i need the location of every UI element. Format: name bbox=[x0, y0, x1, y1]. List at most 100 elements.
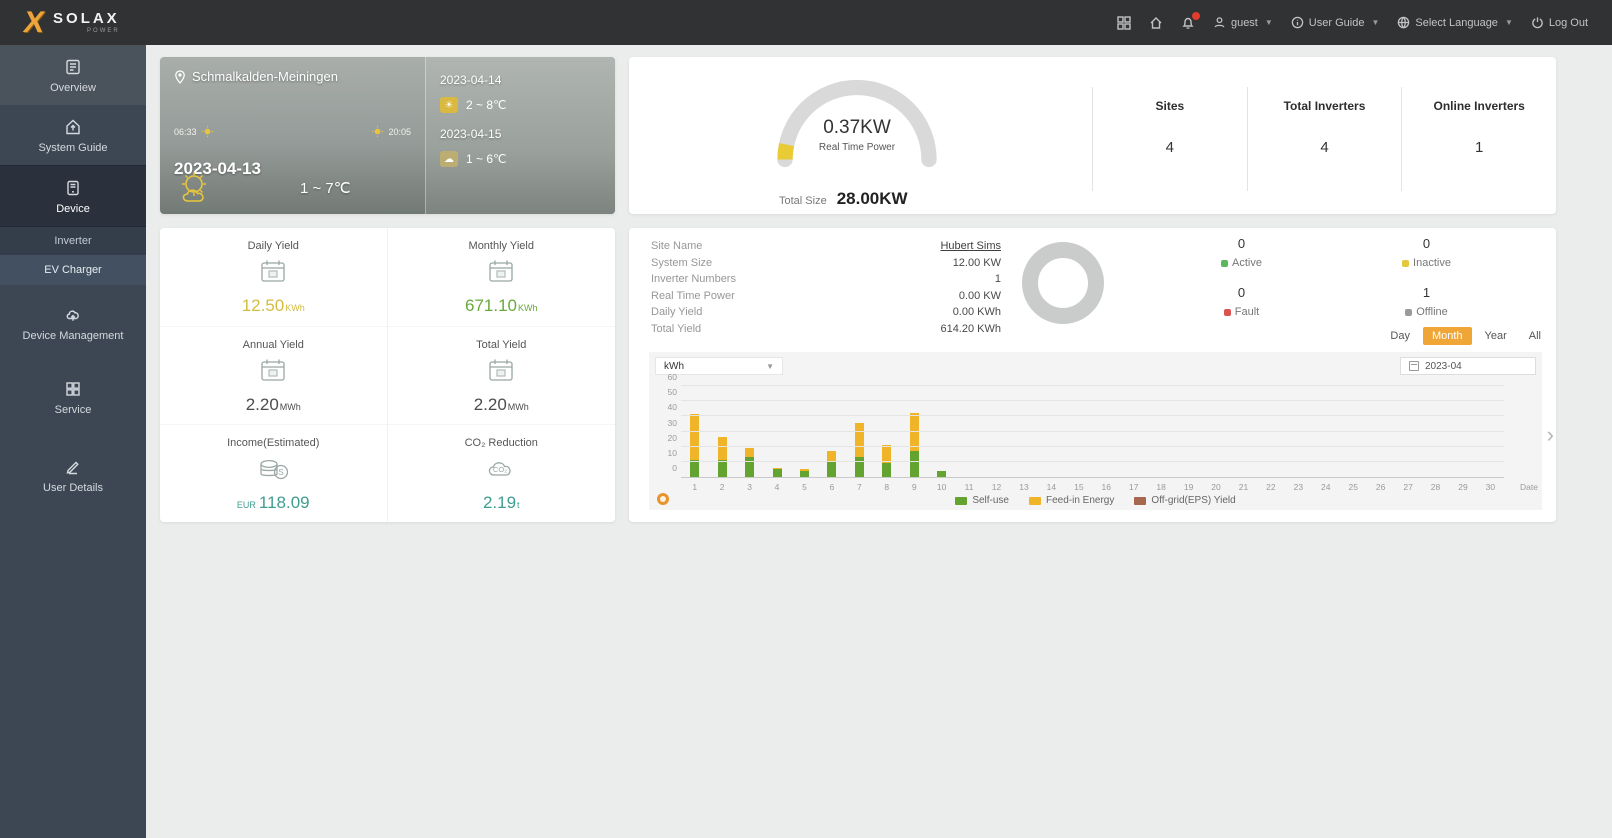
user-guide-menu[interactable]: User Guide ▼ bbox=[1291, 16, 1379, 29]
legend-item[interactable]: Self-use bbox=[955, 495, 1009, 506]
forecast-date: 2023-04-15 bbox=[440, 127, 502, 141]
pencil-icon bbox=[66, 461, 79, 475]
x-axis-tick: 8 bbox=[884, 482, 890, 492]
main-content: Schmalkalden-Meiningen 06:33 20:05 2023-… bbox=[146, 45, 1612, 838]
bar-stack[interactable] bbox=[827, 450, 837, 477]
yield-tile-icon bbox=[489, 260, 513, 282]
gridline bbox=[681, 415, 1504, 417]
range-button-month[interactable]: Month bbox=[1422, 327, 1472, 345]
bar-segment bbox=[690, 460, 700, 477]
yield-tile-label: Income(Estimated) bbox=[227, 437, 320, 449]
bar-stack[interactable] bbox=[772, 467, 782, 477]
x-axis-tick: 24 bbox=[1321, 482, 1331, 492]
range-button-day[interactable]: Day bbox=[1381, 327, 1419, 345]
yield-tile-value: 671.10KWh bbox=[464, 296, 538, 315]
sidebar-item-overview[interactable]: Overview bbox=[0, 45, 146, 105]
yield-tile-value: 12.50KWh bbox=[241, 296, 305, 315]
range-button-all[interactable]: All bbox=[1520, 327, 1550, 345]
apps-icon[interactable] bbox=[1117, 15, 1131, 30]
bar-segment bbox=[745, 447, 755, 458]
yield-tile-value: EUR 118.09 bbox=[236, 493, 310, 512]
site-name-link[interactable]: Hubert Sims bbox=[940, 238, 1001, 255]
overview-icon bbox=[66, 59, 80, 75]
bar-segment bbox=[690, 414, 700, 461]
bar-segment bbox=[827, 461, 837, 477]
legend-swatch-icon bbox=[1029, 496, 1041, 505]
sidebar-item-service[interactable]: Service bbox=[0, 367, 146, 427]
svg-text:CO₂: CO₂ bbox=[493, 465, 507, 474]
chart-tool-dot-icon[interactable] bbox=[657, 493, 669, 505]
user-menu[interactable]: guest ▼ bbox=[1213, 16, 1273, 29]
forecast-date: 2023-04-14 bbox=[440, 73, 502, 87]
x-axis-tick: 13 bbox=[1019, 482, 1029, 492]
y-axis-tick: 60 bbox=[667, 372, 677, 382]
x-axis-tick: 20 bbox=[1211, 482, 1221, 492]
x-axis-tick: 21 bbox=[1238, 482, 1249, 492]
y-axis-tick: 20 bbox=[667, 432, 677, 443]
legend-item[interactable]: Off-grid(EPS) Yield bbox=[1134, 495, 1236, 506]
bar-segment bbox=[799, 470, 809, 477]
x-axis-name: Date bbox=[1520, 482, 1538, 492]
chevron-right-icon[interactable]: › bbox=[1547, 424, 1554, 446]
weather-card: Schmalkalden-Meiningen 06:33 20:05 2023-… bbox=[160, 57, 615, 214]
sidebar-item-device-management[interactable]: Device Management bbox=[0, 293, 146, 353]
navbar-right: guest ▼ User Guide ▼ Select Language ▼ L… bbox=[1117, 11, 1588, 30]
x-axis-tick: 28 bbox=[1430, 482, 1441, 492]
yield-tile: Daily Yield 12.50KWh bbox=[160, 228, 388, 326]
x-axis-tick: 26 bbox=[1375, 482, 1386, 492]
y-axis-tick: 0 bbox=[672, 463, 677, 473]
stat-sites: Sites 4 bbox=[1092, 87, 1247, 191]
y-axis-tick: 50 bbox=[667, 387, 677, 398]
top-navbar: X SOLAX POWER guest ▼ User Guide ▼ Selec… bbox=[0, 0, 1612, 45]
site-detail-card: Site Name Hubert Sims System Size 12.00 KW I… bbox=[629, 228, 1556, 522]
stat-total-inverters: Total Inverters 4 bbox=[1246, 87, 1402, 191]
x-axis-tick: 11 bbox=[964, 482, 974, 492]
sunset-time: 20:05 bbox=[371, 125, 411, 138]
logout-button[interactable]: Log Out bbox=[1531, 16, 1588, 29]
yield-tile-icon: CO₂ bbox=[489, 462, 511, 476]
legend-item[interactable]: Feed-in Energy bbox=[1029, 495, 1114, 506]
chevron-down-icon: ▼ bbox=[766, 361, 774, 371]
x-axis-tick: 5 bbox=[802, 482, 807, 492]
solax-x-logo-icon: X bbox=[21, 5, 48, 39]
brand-logo[interactable]: X SOLAX POWER bbox=[21, 5, 120, 39]
app-root: X SOLAX POWER guest ▼ User Guide ▼ Selec… bbox=[0, 0, 1612, 838]
sidebar-item-label: Overview bbox=[50, 82, 96, 94]
x-axis-tick: 23 bbox=[1293, 482, 1304, 492]
user-guide-label: User Guide bbox=[1308, 16, 1365, 29]
bar-stack[interactable] bbox=[937, 470, 947, 477]
bar-stack[interactable] bbox=[717, 437, 727, 477]
yield-summary-card: Daily Yield 12.50KWh Monthly Yield 671.10KW… bbox=[160, 228, 615, 522]
site-info-row: Daily Yield 0.00 KWh bbox=[651, 306, 1001, 318]
sidebar-item-label: User Details bbox=[43, 482, 103, 494]
status-dot-icon bbox=[1405, 308, 1413, 316]
sidebar-item-system-guide[interactable]: System Guide bbox=[0, 105, 146, 165]
bar-stack[interactable] bbox=[745, 447, 755, 477]
x-axis-tick: 3 bbox=[747, 482, 752, 492]
notifications-bell-icon[interactable] bbox=[1181, 11, 1200, 30]
yield-tile-label: Annual Yield bbox=[242, 339, 304, 351]
site-info-row: Real Time Power 0.00 KW bbox=[651, 289, 1001, 302]
submenu-item-ev-charger[interactable]: EV Charger bbox=[0, 255, 146, 285]
sidebar-item-user-details[interactable]: User Details bbox=[0, 445, 146, 505]
x-axis-tick: 25 bbox=[1348, 482, 1358, 492]
date-picker[interactable]: 2023-04 bbox=[1400, 357, 1536, 375]
x-axis-tick: 10 bbox=[936, 482, 947, 492]
forecast-weather-icon: ☁ bbox=[440, 151, 458, 167]
gridline bbox=[681, 400, 1504, 402]
sidebar-item-device[interactable]: Device bbox=[0, 165, 146, 227]
language-menu[interactable]: Select Language ▼ bbox=[1397, 16, 1513, 29]
range-button-year[interactable]: Year bbox=[1476, 327, 1516, 345]
bar-segment bbox=[909, 450, 919, 477]
bar-stack[interactable] bbox=[799, 469, 809, 477]
legend-swatch-icon bbox=[1134, 496, 1147, 505]
yield-tile-icon bbox=[261, 260, 285, 282]
gridline bbox=[681, 385, 1504, 386]
x-axis-tick: 1 bbox=[692, 482, 698, 492]
weather-forecast: 2023-04-14 ☀ 2 ~ 8℃ 2023-04-15 ☁ 1 ~ 6℃ bbox=[425, 57, 615, 214]
status-grid: 0 Active 0 Inactive 0 Fault 1 Offline bbox=[1149, 236, 1519, 318]
home-icon[interactable] bbox=[1149, 16, 1163, 30]
submenu-item-inverter[interactable]: Inverter bbox=[0, 227, 146, 255]
yield-tile-icon: S bbox=[260, 459, 289, 480]
bar-segment bbox=[717, 460, 727, 477]
